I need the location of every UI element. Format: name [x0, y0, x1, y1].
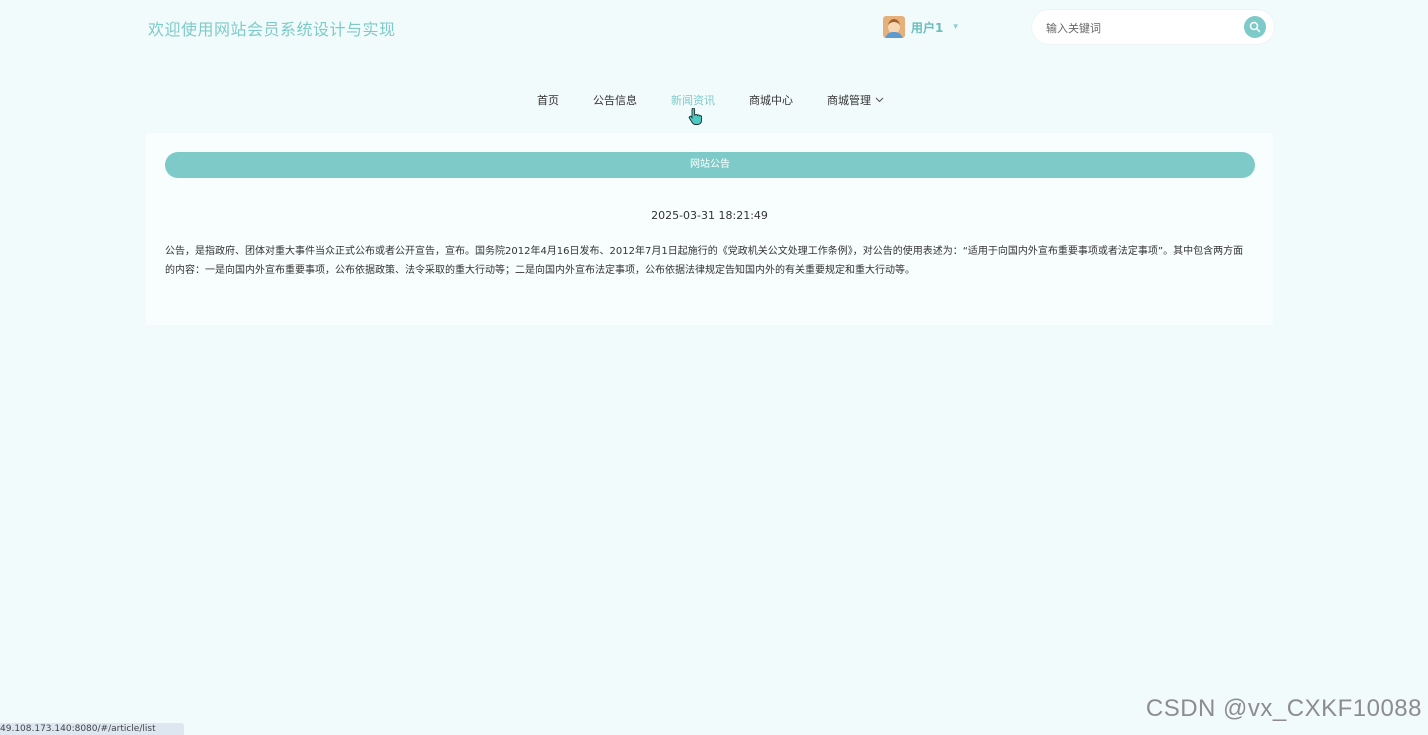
status-bar-url: 49.108.173.140:8080/#/article/list	[0, 723, 184, 735]
nav-item-mall-management-label: 商城管理	[827, 94, 871, 107]
hand-pointer-cursor-icon	[688, 108, 702, 125]
nav-item-announcements[interactable]: 公告信息	[593, 92, 637, 108]
chevron-down-icon	[875, 97, 884, 103]
main-nav: 首页 公告信息 新闻资讯 商城中心 商城管理	[537, 92, 884, 108]
search-icon	[1249, 21, 1261, 33]
search-button[interactable]	[1244, 16, 1266, 38]
nav-item-home[interactable]: 首页	[537, 92, 559, 108]
nav-item-mall-management[interactable]: 商城管理	[827, 92, 884, 108]
user-name: 用户1	[911, 20, 944, 35]
announcement-panel: 网站公告 2025-03-31 18:21:49 公告，是指政府、团体对重大事件…	[146, 133, 1273, 325]
search-box	[1032, 10, 1274, 44]
caret-down-icon: ▾	[953, 22, 958, 32]
nav-item-news[interactable]: 新闻资讯	[671, 92, 715, 108]
search-input[interactable]	[1044, 18, 1238, 38]
publish-date: 2025-03-31 18:21:49	[651, 209, 768, 222]
watermark: CSDN @vx_CXKF10088	[1145, 695, 1422, 722]
announcement-body: 公告，是指政府、团体对重大事件当众正式公布或者公开宣告，宣布。国务院2012年4…	[165, 246, 1244, 276]
user-menu[interactable]: 用户1 ▾	[883, 16, 958, 38]
nav-item-mall-center[interactable]: 商城中心	[749, 92, 793, 108]
user-avatar-icon	[883, 16, 905, 38]
panel-title-bar: 网站公告	[165, 152, 1255, 178]
site-title: 欢迎使用网站会员系统设计与实现	[148, 20, 396, 39]
